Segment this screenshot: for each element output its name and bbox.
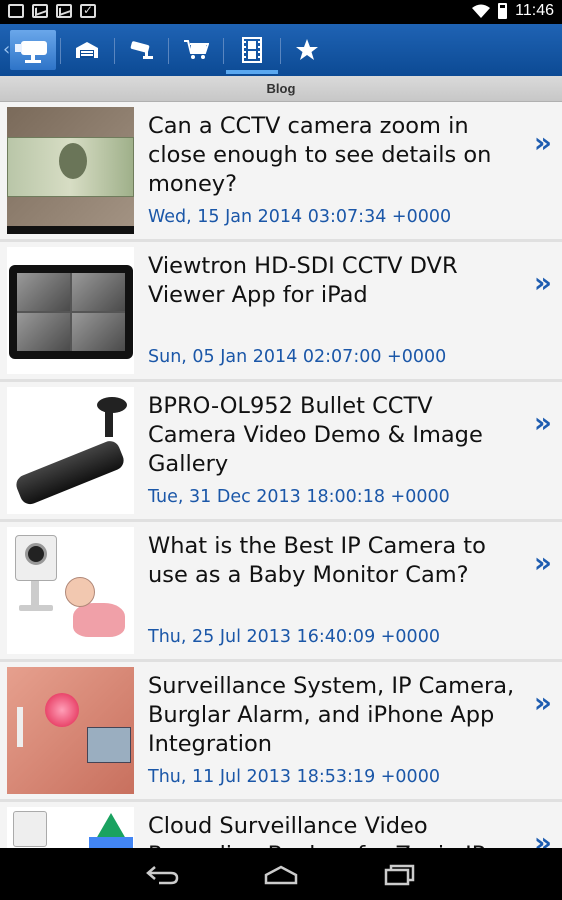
- camera-stand: [31, 581, 39, 605]
- tab-cctv-camera-logo[interactable]: [10, 30, 56, 70]
- blog-post-item[interactable]: Can a CCTV camera zoom in close enough t…: [0, 102, 562, 242]
- toolbar-divider: [114, 38, 115, 64]
- security-camera-icon: [130, 41, 153, 59]
- post-title: Cloud Surveillance Video Recording Backu…: [148, 813, 485, 848]
- dvr-overlay-bar: [7, 226, 134, 234]
- alarm-integration-thumbnail: [7, 667, 134, 794]
- clipboard-check-icon: [80, 3, 96, 18]
- bill-portrait: [59, 143, 87, 179]
- ipad-screen: [17, 273, 125, 351]
- camera-body: [13, 438, 127, 508]
- baby-monitor-thumbnail: [7, 527, 134, 654]
- system-icons: 11:46: [472, 2, 554, 20]
- blog-post-item[interactable]: Cloud Surveillance Video Recording Backu…: [0, 802, 562, 848]
- baby-head: [65, 577, 95, 607]
- post-date: Tue, 31 Dec 2013 18:00:18 +0000: [148, 487, 450, 507]
- blog-post-list[interactable]: Can a CCTV camera zoom in close enough t…: [0, 102, 562, 848]
- tab-videos[interactable]: [228, 24, 276, 76]
- blog-post-item[interactable]: Surveillance System, IP Camera, Burglar …: [0, 662, 562, 802]
- toolbar-divider: [168, 38, 169, 64]
- back-arrow-icon: [146, 866, 179, 885]
- post-date: Thu, 11 Jul 2013 18:53:19 +0000: [148, 767, 440, 787]
- system-navigation-bar: [0, 848, 562, 900]
- home-button[interactable]: [251, 860, 311, 890]
- open-post-chevron-icon[interactable]: »: [534, 406, 552, 439]
- blog-post-item[interactable]: BPRO-OL952 Bullet CCTV Camera Video Demo…: [0, 382, 562, 522]
- tab-security-camera[interactable]: [117, 24, 165, 76]
- alarm-board: [87, 727, 131, 763]
- shopping-cart-icon: [184, 40, 209, 59]
- mail-icon: [56, 4, 72, 18]
- recent-apps-button[interactable]: [370, 860, 430, 890]
- toolbar-divider: [223, 38, 224, 64]
- ipad-dvr-thumbnail: [7, 247, 134, 374]
- image-icon: [8, 4, 24, 18]
- blog-post-item[interactable]: Viewtron HD-SDI CCTV DVR Viewer App for …: [0, 242, 562, 382]
- camera-lens: [25, 543, 47, 565]
- money-zoom-thumbnail: [7, 107, 134, 234]
- open-post-chevron-icon[interactable]: »: [534, 266, 552, 299]
- ip-camera: [13, 811, 47, 847]
- top-toolbar: ‹: [0, 24, 562, 76]
- wifi-icon: [472, 4, 491, 18]
- post-date: Thu, 25 Jul 2013 16:40:09 +0000: [148, 627, 440, 647]
- camera-arm: [105, 407, 113, 437]
- recent-apps-icon: [384, 864, 415, 886]
- post-title: What is the Best IP Camera to use as a B…: [148, 533, 486, 588]
- open-post-chevron-icon[interactable]: »: [534, 686, 552, 719]
- tab-garage[interactable]: [63, 24, 111, 76]
- toolbar-divider: [60, 38, 61, 64]
- garage-icon: [76, 42, 98, 58]
- tab-shopping-cart[interactable]: [172, 24, 220, 76]
- alarm-wiring: [17, 707, 23, 747]
- post-date: Sun, 05 Jan 2014 02:07:00 +0000: [148, 347, 447, 367]
- selected-tab-indicator: [226, 70, 278, 74]
- bullet-camera-thumbnail: [7, 387, 134, 514]
- post-title: Viewtron HD-SDI CCTV DVR Viewer App for …: [148, 253, 458, 308]
- open-post-chevron-icon[interactable]: »: [534, 546, 552, 579]
- cctv-camera-logo-icon: [15, 41, 47, 63]
- post-title: BPRO-OL952 Bullet CCTV Camera Video Demo…: [148, 393, 483, 477]
- mail-icon: [32, 4, 48, 18]
- notification-icons: [8, 3, 96, 18]
- clock: 11:46: [515, 2, 554, 19]
- home-icon: [264, 865, 298, 885]
- section-title: Blog: [0, 76, 562, 102]
- tab-favorites[interactable]: [283, 24, 331, 76]
- post-title: Can a CCTV camera zoom in close enough t…: [148, 113, 492, 197]
- open-post-chevron-icon[interactable]: »: [534, 826, 552, 848]
- battery-icon: [498, 3, 508, 19]
- google-drive-logo-base: [89, 837, 133, 848]
- alarm-strobe-light: [45, 693, 79, 727]
- star-icon: [296, 39, 318, 60]
- toolbar-divider: [280, 38, 281, 64]
- back-button[interactable]: [132, 860, 192, 890]
- post-title: Surveillance System, IP Camera, Burglar …: [148, 673, 515, 757]
- camera-base: [19, 605, 53, 611]
- cloud-drive-thumbnail: [7, 807, 134, 848]
- blog-post-item[interactable]: What is the Best IP Camera to use as a B…: [0, 522, 562, 662]
- post-date: Wed, 15 Jan 2014 03:07:34 +0000: [148, 207, 452, 227]
- film-strip-icon: [242, 37, 262, 63]
- status-bar: 11:46: [0, 0, 562, 24]
- open-post-chevron-icon[interactable]: »: [534, 126, 552, 159]
- baby-body: [73, 603, 125, 637]
